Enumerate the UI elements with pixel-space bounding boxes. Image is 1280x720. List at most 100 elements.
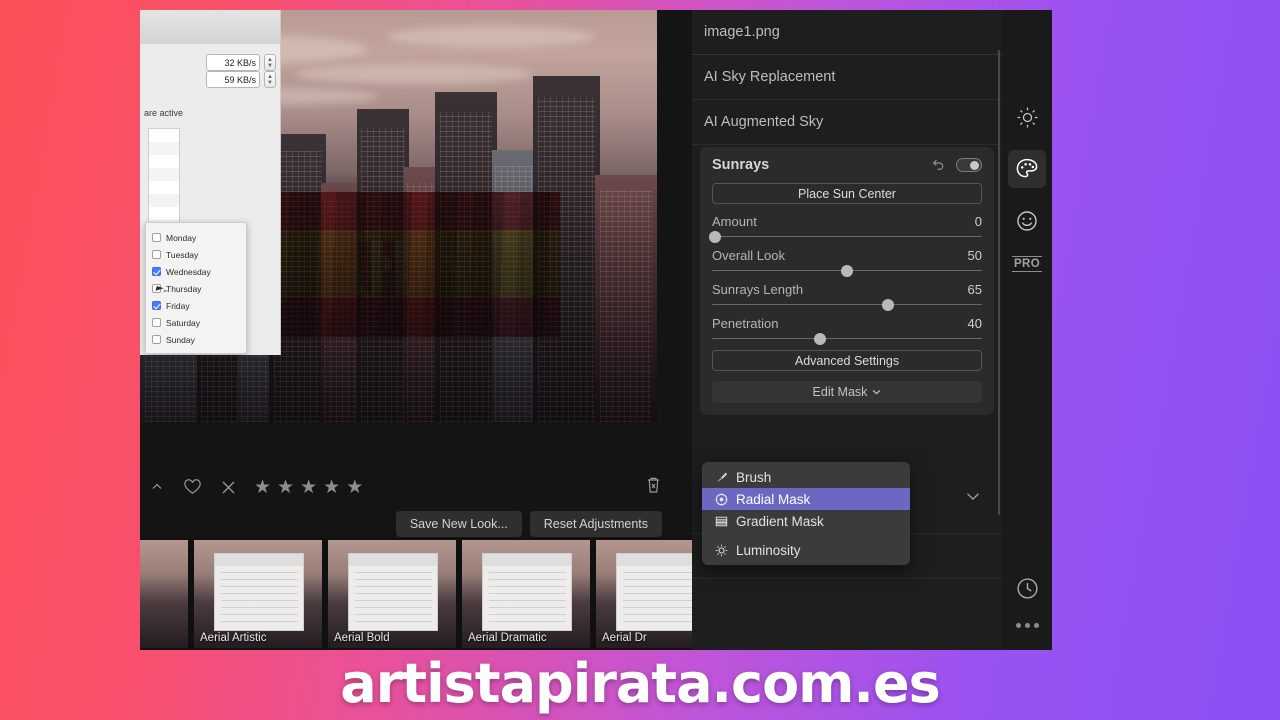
- menu-item-label: Gradient Mask: [736, 513, 824, 529]
- current-file-name: image1.png: [692, 10, 1002, 55]
- portrait-face-icon[interactable]: [1008, 202, 1046, 240]
- edit-mask-dropdown-menu[interactable]: Brush Radial Mask Gradient Mask Luminosi…: [702, 462, 910, 565]
- history-clock-icon[interactable]: [1015, 576, 1040, 601]
- tool-rail: PRO: [1002, 10, 1052, 650]
- list-item[interactable]: Friday: [152, 297, 246, 314]
- filmstrip-thumbnail[interactable]: Aerial Dramatic: [462, 540, 590, 648]
- list-item[interactable]: Saturday: [152, 314, 246, 331]
- slider-amount: Amount 0: [708, 214, 982, 243]
- slider-track[interactable]: [708, 230, 982, 243]
- overlay-dialog-note: are active: [144, 108, 184, 118]
- checkbox-wednesday[interactable]: [152, 267, 161, 276]
- heart-icon[interactable]: [174, 479, 210, 495]
- filter-ai-sky-replacement[interactable]: AI Sky Replacement: [692, 55, 1002, 100]
- radial-mask-icon: [714, 493, 729, 506]
- checkbox-sunday[interactable]: [152, 335, 161, 344]
- slider-value: 65: [967, 282, 982, 297]
- slider-label: Amount: [712, 214, 757, 229]
- slider-track[interactable]: [712, 264, 982, 277]
- list-item[interactable]: Monday: [152, 229, 246, 246]
- look-actions: Save New Look... Reset Adjustments: [140, 510, 692, 538]
- slider-track[interactable]: [712, 332, 982, 345]
- brush-icon: [714, 471, 729, 484]
- download-rate-field[interactable]: 59 KB/s: [206, 71, 260, 88]
- photo-editor-window: 32 KB/s ▲ ▼ 59 KB/s ▲ ▼ are active Monday: [140, 10, 1052, 650]
- menu-item-brush[interactable]: Brush: [702, 466, 910, 488]
- menu-item-gradient-mask[interactable]: Gradient Mask: [702, 510, 910, 532]
- trash-icon[interactable]: [646, 476, 661, 494]
- slider-knob[interactable]: [841, 264, 853, 277]
- menu-item-label: Luminosity: [736, 542, 801, 558]
- checkbox-saturday[interactable]: [152, 318, 161, 327]
- main-photo-preview[interactable]: 32 KB/s ▲ ▼ 59 KB/s ▲ ▼ are active Monday: [140, 10, 657, 422]
- collapse-chevron-icon[interactable]: [140, 481, 174, 493]
- edit-panel: image1.png AI Sky Replacement AI Augment…: [692, 10, 1002, 650]
- creative-palette-icon[interactable]: [1008, 150, 1046, 188]
- list-item[interactable]: Wednesday: [152, 263, 246, 280]
- upload-rate-stepper[interactable]: ▲ ▼: [264, 54, 276, 71]
- filmstrip-thumbnail[interactable]: Aerial Dr: [596, 540, 692, 648]
- canvas-column: 32 KB/s ▲ ▼ 59 KB/s ▲ ▼ are active Monday: [140, 10, 692, 650]
- weekday-checkbox-list: Monday Tuesday Wednesday Thursday Friday…: [145, 222, 247, 354]
- star-icon[interactable]: ★: [254, 478, 271, 497]
- watermark-text: artistapirata.com.es: [340, 652, 940, 715]
- star-icon[interactable]: ★: [323, 478, 340, 497]
- slider-knob[interactable]: [708, 230, 721, 243]
- looks-filmstrip[interactable]: Aerial Artistic Aerial Bold Aerial Drama…: [140, 538, 692, 650]
- menu-separator: [702, 532, 910, 539]
- star-icon[interactable]: ★: [300, 478, 317, 497]
- list-item[interactable]: Sunday: [152, 331, 246, 348]
- star-rating[interactable]: ★ ★ ★ ★ ★: [254, 478, 363, 497]
- upload-rate-field[interactable]: 32 KB/s: [206, 54, 260, 71]
- download-rate-stepper[interactable]: ▲ ▼: [264, 71, 276, 88]
- checkbox-tuesday[interactable]: [152, 250, 161, 259]
- star-icon[interactable]: ★: [346, 478, 363, 497]
- list-item[interactable]: Tuesday: [152, 246, 246, 263]
- filmstrip-thumbnail[interactable]: [140, 540, 188, 648]
- overlay-dialog-titlebar: [140, 10, 280, 44]
- reject-x-icon[interactable]: [210, 480, 246, 495]
- menu-item-label: Brush: [736, 469, 772, 485]
- edit-mask-label: Edit Mask: [812, 385, 868, 399]
- slider-value: 0: [974, 214, 982, 229]
- save-new-look-button[interactable]: Save New Look...: [395, 511, 522, 537]
- chevron-down-icon: [872, 389, 881, 395]
- checkbox-friday[interactable]: [152, 301, 161, 310]
- slider-knob[interactable]: [881, 298, 894, 311]
- list-item[interactable]: Thursday: [152, 280, 246, 297]
- slider-value: 40: [967, 316, 982, 331]
- section-chevron-down-icon[interactable]: [966, 492, 980, 501]
- slider-label: Penetration: [712, 316, 779, 331]
- slider-track[interactable]: [712, 298, 982, 311]
- overlay-dialog: 32 KB/s ▲ ▼ 59 KB/s ▲ ▼ are active Monday: [140, 10, 281, 355]
- star-icon[interactable]: ★: [277, 478, 294, 497]
- menu-item-radial-mask[interactable]: Radial Mask: [702, 488, 910, 510]
- advanced-settings-button[interactable]: Advanced Settings: [712, 350, 982, 371]
- filmstrip-thumbnail[interactable]: Aerial Artistic: [194, 540, 322, 648]
- edit-mask-button[interactable]: Edit Mask: [712, 381, 982, 403]
- sunrays-enable-toggle[interactable]: [956, 158, 982, 172]
- essentials-sun-icon[interactable]: [1008, 98, 1046, 136]
- gradient-mask-icon: [714, 515, 729, 528]
- place-sun-center-button[interactable]: Place Sun Center: [712, 183, 982, 204]
- sunrays-filter-card: Sunrays Place Sun Center Amount 0 Overal…: [700, 147, 994, 415]
- slider-value: 50: [967, 248, 982, 263]
- filter-ai-augmented-sky[interactable]: AI Augmented Sky: [692, 100, 1002, 145]
- checkbox-monday[interactable]: [152, 233, 161, 242]
- menu-item-label: Radial Mask: [736, 491, 811, 507]
- reset-adjustments-button[interactable]: Reset Adjustments: [529, 511, 662, 537]
- panel-scrollbar[interactable]: [998, 50, 1000, 515]
- pro-badge: PRO: [1011, 256, 1043, 272]
- slider-sunrays-length: Sunrays Length 65: [712, 282, 982, 311]
- undo-icon[interactable]: [931, 158, 945, 172]
- filmstrip-thumbnail[interactable]: Aerial Bold: [328, 540, 456, 648]
- more-options-icon[interactable]: [1015, 623, 1039, 628]
- slider-label: Overall Look: [712, 248, 785, 263]
- luminosity-icon: [714, 544, 729, 557]
- slider-overall-look: Overall Look 50: [712, 248, 982, 277]
- menu-item-luminosity[interactable]: Luminosity: [702, 539, 910, 561]
- rating-toolbar: ★ ★ ★ ★ ★: [140, 462, 659, 512]
- slider-knob[interactable]: [814, 332, 826, 345]
- sunrays-title: Sunrays: [712, 157, 770, 173]
- slider-label: Sunrays Length: [712, 282, 804, 297]
